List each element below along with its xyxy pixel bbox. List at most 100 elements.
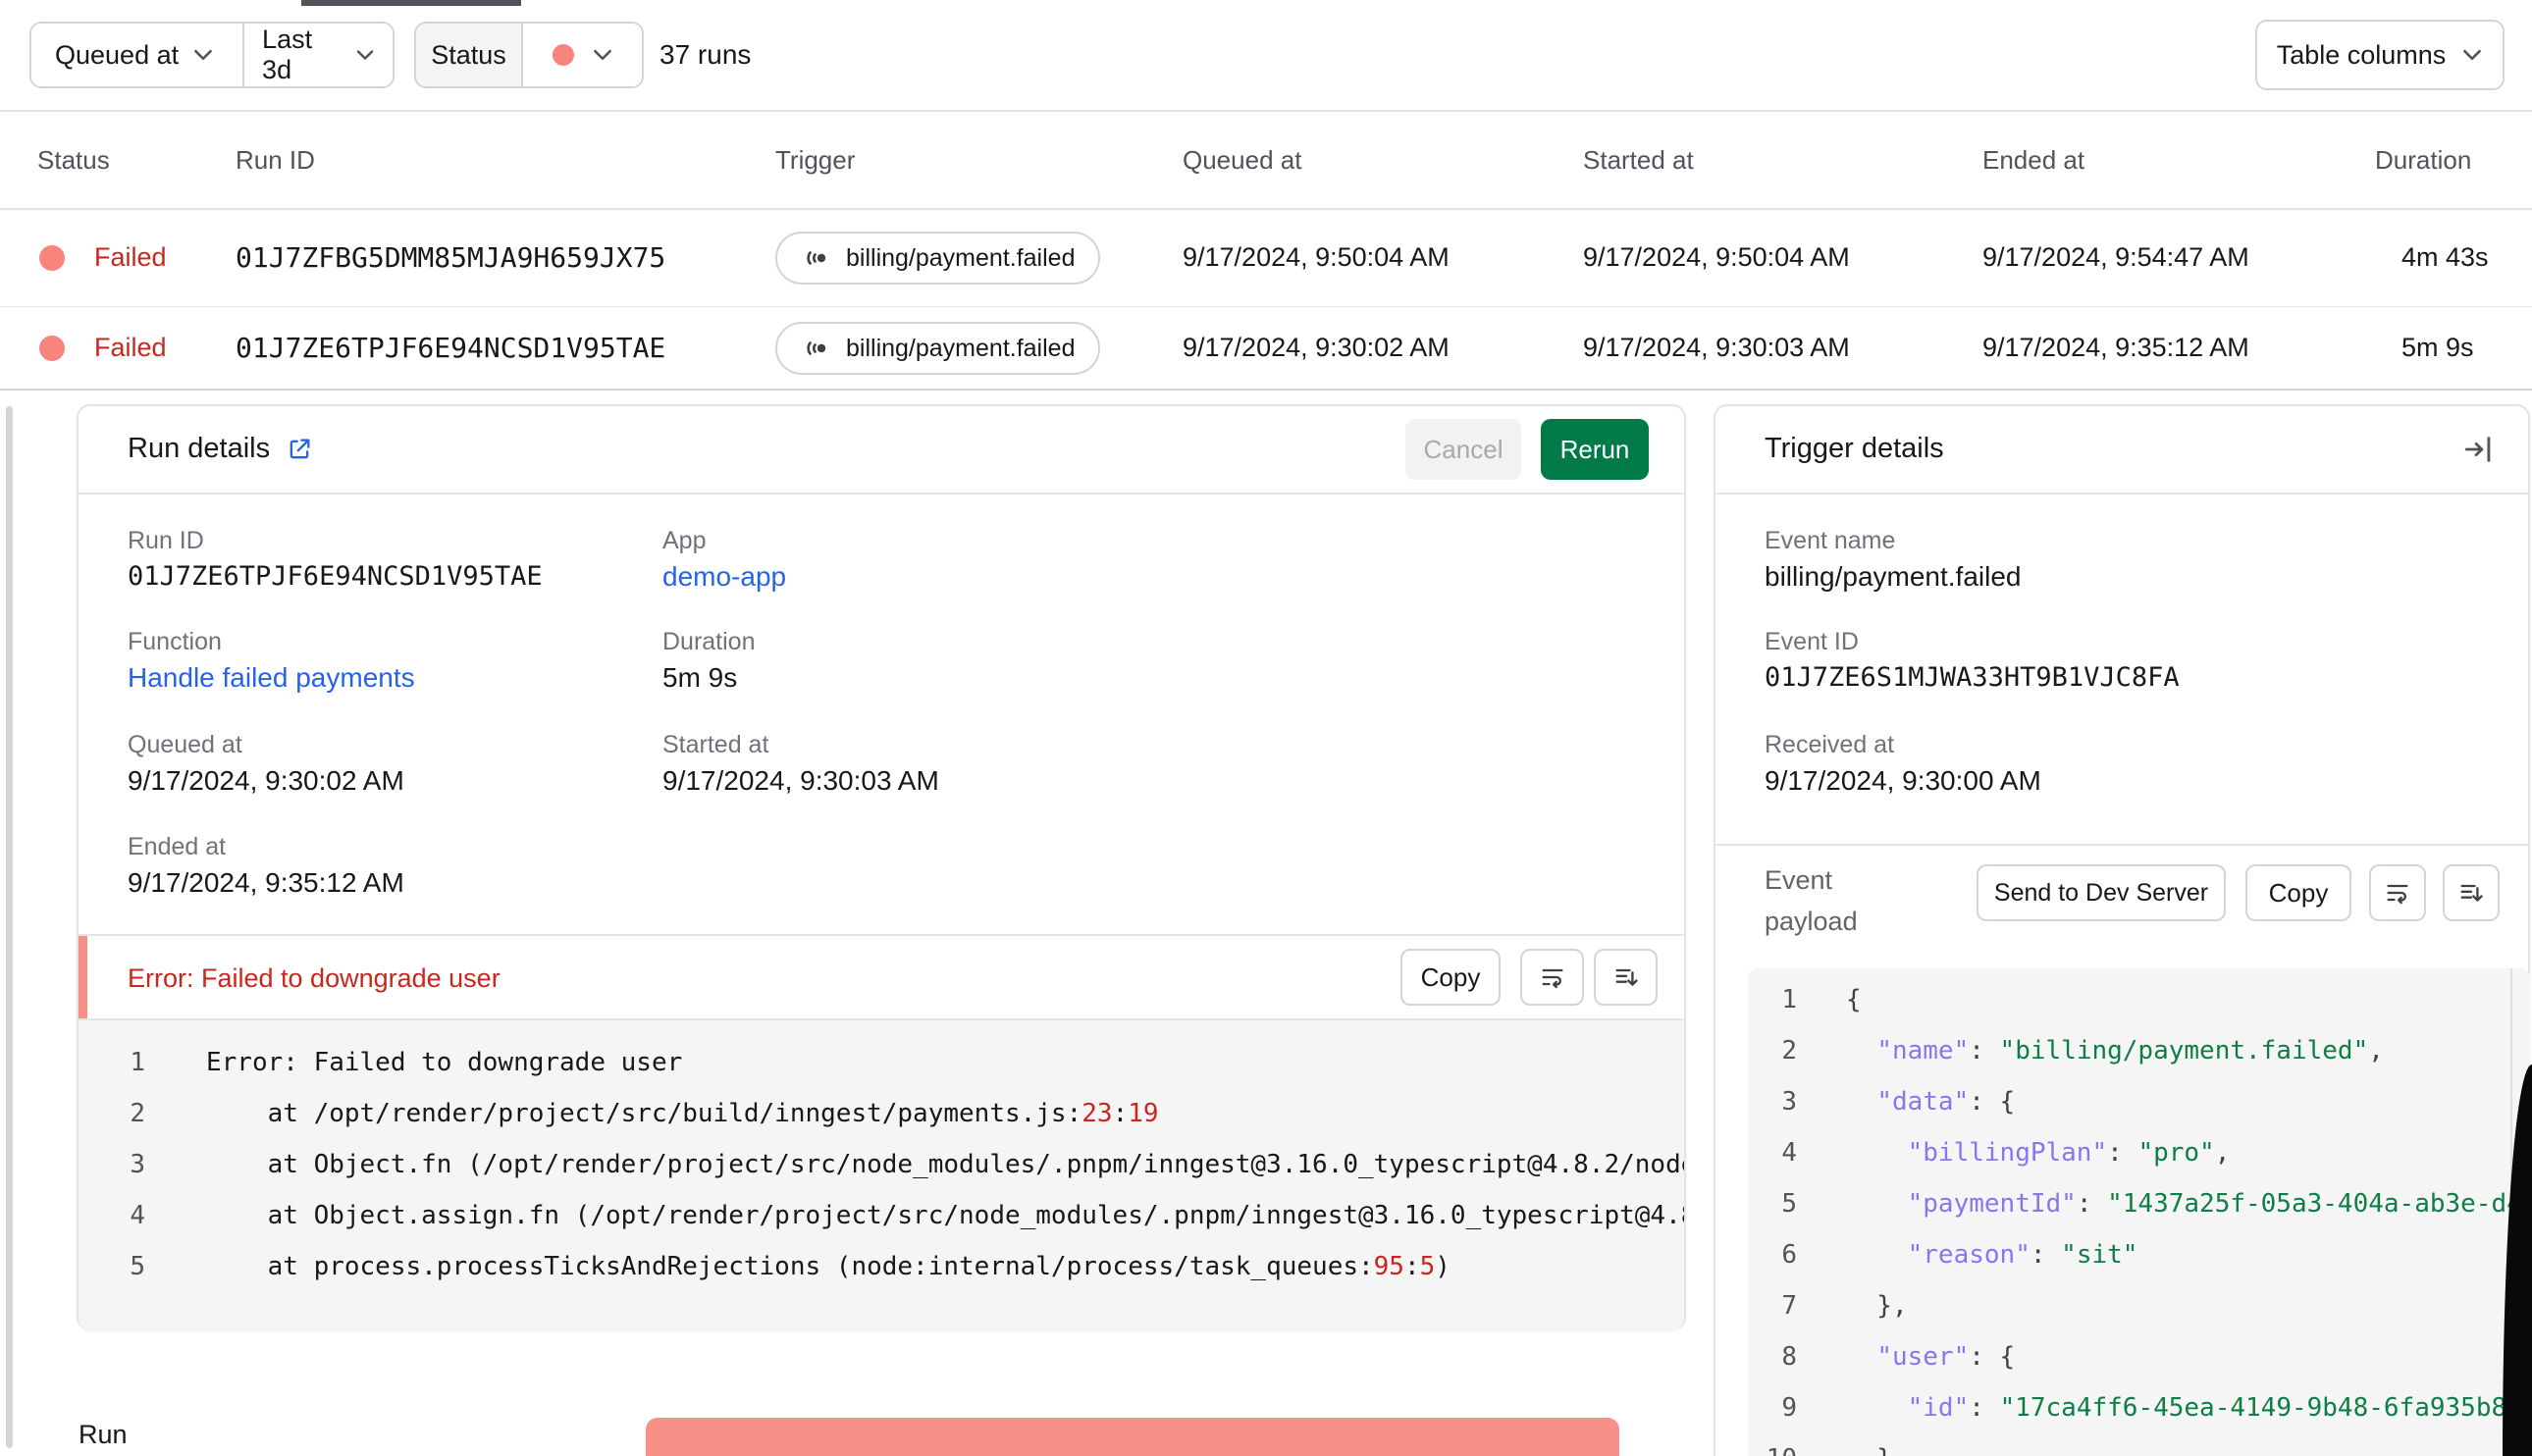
run-details-title-row: Run details (128, 433, 313, 465)
line-content: "paymentId": "1437a25f-05a3-404a-ab3e-d4… (1907, 1189, 2530, 1219)
copy-error-button[interactable]: Copy (1400, 949, 1501, 1006)
timeline-run-bar[interactable] (646, 1418, 1619, 1456)
code-line: 10 } (1748, 1433, 2530, 1456)
line-content: Error: Failed to downgrade user (206, 1048, 683, 1077)
rerun-button[interactable]: Rerun (1541, 419, 1649, 480)
code-line: 6 "reason": "sit" (1748, 1229, 2530, 1280)
trigger-name: billing/payment.failed (846, 334, 1076, 362)
trigger-details-title-row: Trigger details (1765, 433, 1944, 465)
app-link[interactable]: demo-app (662, 561, 786, 593)
event-payload-label: Event payload (1765, 865, 1858, 936)
code-line: 3 "data": { (1748, 1076, 2530, 1127)
line-number: 1 (130, 1048, 145, 1077)
started-at-cell: 9/17/2024, 9:50:04 AM (1583, 242, 1850, 272)
table-columns-label: Table columns (2276, 39, 2447, 70)
event-name-label: Event name (1765, 527, 1896, 554)
trigger-name: billing/payment.failed (846, 243, 1076, 272)
timeline-run-label[interactable]: Run (79, 1420, 128, 1450)
started-at-cell: 9/17/2024, 9:30:03 AM (1583, 333, 1850, 362)
runs-page: Queued at Last 3d Status 37 runs Table c… (0, 0, 2532, 1456)
trigger-pill: billing/payment.failed (775, 322, 1101, 375)
drawer-scrollbar[interactable] (6, 406, 13, 1448)
run-id-value: 01J7ZE6TPJF6E94NCSD1V95TAE (128, 561, 543, 592)
col-header-status[interactable]: Status (37, 145, 110, 176)
copy-payload-button[interactable]: Copy (2245, 864, 2351, 921)
code-line: 4 at Object.assign.fn (/opt/render/proje… (79, 1190, 1684, 1241)
function-label: Function (128, 628, 222, 655)
col-header-trigger[interactable]: Trigger (775, 145, 855, 176)
line-content: "user": { (1876, 1342, 2016, 1372)
table-row[interactable]: Failed 01J7ZFBG5DMM85MJA9H659JX75 billin… (0, 210, 2532, 306)
line-content: "data": { (1876, 1087, 2016, 1117)
run-id-label: Run ID (128, 527, 204, 554)
ended-value: 9/17/2024, 9:35:12 AM (128, 867, 404, 898)
lines-down-arrow-icon (1615, 968, 1638, 986)
top-tab-indicator (301, 0, 521, 6)
failed-status-dot (39, 245, 65, 271)
trigger-details-title: Trigger details (1765, 433, 1944, 464)
topbar-divider (0, 110, 2532, 112)
event-id-value: 01J7ZE6S1MJWA33HT9B1VJC8FA (1765, 662, 2180, 693)
line-number: 7 (1781, 1291, 1797, 1321)
status-filter-value-button[interactable] (521, 24, 642, 86)
run-id-cell: 01J7ZFBG5DMM85MJA9H659JX75 (236, 241, 666, 274)
line-content: at Object.fn (/opt/render/project/src/no… (206, 1150, 1684, 1179)
app-label: App (662, 527, 707, 554)
code-line: 7 }, (1748, 1280, 2530, 1331)
event-payload-code[interactable]: 1 {2 "name": "billing/payment.failed", 3 "… (1748, 968, 2530, 1456)
wrap-text-icon (2387, 884, 2408, 905)
line-content: "reason": "sit" (1907, 1240, 2138, 1270)
chevron-down-icon (2463, 49, 2482, 60)
payload-divider (1715, 844, 2528, 846)
time-range-filter-button[interactable]: Last 3d (242, 24, 393, 86)
code-line: 1 Error: Failed to downgrade user (79, 1037, 1684, 1088)
line-number: 2 (130, 1099, 145, 1128)
code-line: 8 "user": { (1748, 1331, 2530, 1382)
event-trigger-icon (807, 251, 826, 265)
line-number: 5 (130, 1252, 145, 1281)
queued-label: Queued at (128, 731, 242, 758)
wrap-text-button[interactable] (2369, 864, 2426, 921)
collapse-right-icon (2464, 437, 2491, 462)
collapse-panel-button[interactable] (2459, 430, 2499, 469)
line-number: 2 (1781, 1036, 1797, 1066)
scroll-bottom-button[interactable] (2443, 864, 2500, 921)
event-name-value: billing/payment.failed (1765, 561, 2022, 592)
duration-label: Duration (662, 628, 756, 655)
code-line: 5 "paymentId": "1437a25f-05a3-404a-ab3e-… (1748, 1178, 2530, 1229)
code-line: 3 at Object.fn (/opt/render/project/src/… (79, 1139, 1684, 1190)
scroll-bottom-button[interactable] (1594, 949, 1658, 1006)
external-link-icon[interactable] (286, 436, 313, 463)
table-columns-button[interactable]: Table columns (2255, 20, 2505, 90)
col-header-duration[interactable]: Duration (2375, 145, 2471, 176)
time-field-filter-button[interactable]: Queued at (31, 24, 243, 86)
line-number: 6 (1781, 1240, 1797, 1270)
table-row[interactable]: Failed 01J7ZE6TPJF6E94NCSD1V95TAE billin… (0, 307, 2532, 389)
line-number: 4 (130, 1201, 145, 1230)
function-link[interactable]: Handle failed payments (128, 662, 415, 694)
col-header-queued[interactable]: Queued at (1183, 145, 1301, 176)
status-filter-label: Status (416, 24, 522, 86)
line-content: { (1846, 985, 1862, 1014)
code-line: 9 "id": "17ca4ff6-45ea-4149-9b48-6fa935b… (1748, 1382, 2530, 1433)
col-header-ended[interactable]: Ended at (1982, 145, 2084, 176)
line-content: at Object.assign.fn (/opt/render/project… (206, 1201, 1684, 1230)
ended-label: Ended at (128, 833, 227, 860)
wrap-text-icon (1542, 968, 1562, 989)
time-field-label: Queued at (55, 39, 180, 70)
line-number: 1 (1781, 985, 1797, 1014)
code-line: 5 at process.processTicksAndRejections (… (79, 1241, 1684, 1292)
col-header-started[interactable]: Started at (1583, 145, 1694, 176)
lines-down-arrow-icon (2460, 884, 2483, 902)
event-trigger-icon (807, 341, 826, 355)
received-label: Received at (1765, 731, 1895, 758)
send-to-dev-server-button[interactable]: Send to Dev Server (1977, 864, 2226, 921)
col-header-run-id[interactable]: Run ID (236, 145, 315, 176)
cancel-button[interactable]: Cancel (1405, 419, 1521, 480)
stack-trace-code[interactable]: 1 Error: Failed to downgrade user 2 at /op… (79, 1018, 1684, 1330)
status-text: Failed (94, 242, 167, 272)
time-filter-group: Queued at Last 3d (29, 22, 395, 88)
code-line: 2 "name": "billing/payment.failed", (1748, 1025, 2530, 1076)
ended-at-cell: 9/17/2024, 9:35:12 AM (1982, 333, 2249, 362)
wrap-text-button[interactable] (1520, 949, 1584, 1006)
